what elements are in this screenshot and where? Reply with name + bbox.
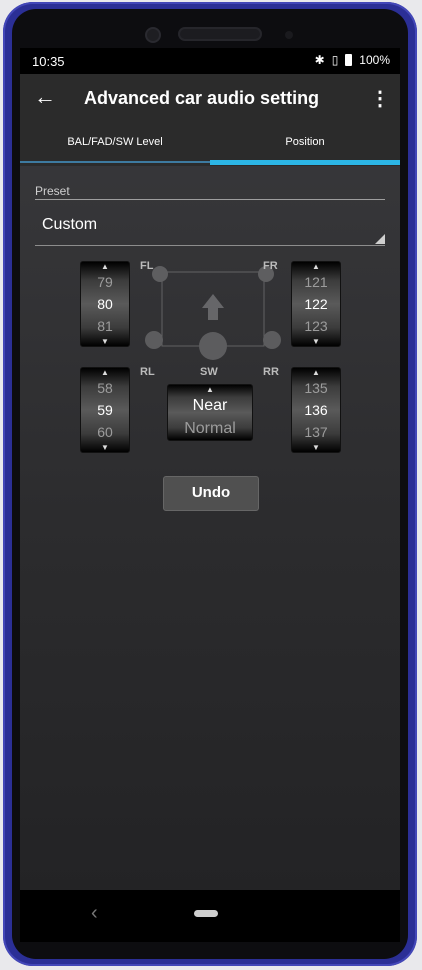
fr-next-value: 123 (304, 318, 328, 334)
rear-right-speaker-icon (263, 331, 281, 349)
up-arrow-icon[interactable]: ▲ (292, 262, 340, 271)
fl-current-value: 80 (97, 296, 113, 312)
battery-percent: 100% (359, 53, 390, 67)
fl-label: FL (140, 260, 154, 272)
rl-prev-value: 58 (97, 380, 113, 396)
up-arrow-icon[interactable]: ▲ (81, 368, 129, 377)
subwoofer-icon (199, 332, 227, 360)
app-bar: ← Advanced car audio setting ⋮ (20, 74, 400, 122)
battery-icon (345, 54, 353, 66)
down-arrow-icon[interactable]: ▼ (81, 443, 129, 452)
fl-position-picker[interactable]: ▲ 79 80 81 ▼ (80, 261, 130, 347)
fr-prev-value: 121 (304, 274, 328, 290)
preset-underline (35, 245, 385, 246)
bluetooth-icon: ✱ (314, 53, 325, 67)
fr-current-value: 122 (304, 296, 328, 312)
fr-label: FR (263, 260, 278, 272)
undo-button[interactable]: Undo (163, 476, 259, 511)
up-arrow-icon[interactable]: ▲ (292, 368, 340, 377)
sw-position-picker[interactable]: ▲ Near Normal (167, 384, 253, 441)
sw-label: SW (200, 366, 218, 378)
up-arrow-icon[interactable]: ▲ (168, 385, 252, 394)
down-arrow-icon[interactable]: ▼ (81, 337, 129, 346)
sw-next-value: Normal (184, 420, 236, 437)
page-title: Advanced car audio setting (84, 88, 320, 108)
vibrate-icon: ▯ (331, 53, 339, 67)
rr-current-value: 136 (304, 402, 328, 418)
fl-prev-value: 79 (97, 274, 113, 290)
app-screen: 10:35 ✱ ▯ 100% ← Advanced car audio sett… (20, 48, 400, 890)
status-time: 10:35 (32, 54, 65, 69)
nav-back-icon[interactable]: ‹ (91, 902, 98, 925)
tab-bal-fad-sw-level[interactable]: BAL/FAD/SW Level (20, 122, 210, 166)
nav-home-icon[interactable] (194, 910, 218, 917)
more-vert-icon[interactable]: ⋮ (370, 86, 390, 111)
preset-dropdown[interactable]: Custom (35, 208, 385, 246)
sw-current-value: Near (192, 397, 228, 414)
tab-underline (20, 161, 210, 163)
status-bar: 10:35 ✱ ▯ 100% (20, 48, 400, 74)
rr-next-value: 137 (304, 424, 328, 440)
earpiece-speaker (180, 29, 260, 39)
front-left-speaker-icon (152, 266, 168, 282)
rear-left-speaker-icon (145, 331, 163, 349)
system-nav-bar: ‹ (20, 890, 400, 942)
preset-value: Custom (42, 216, 98, 233)
direction-arrow-icon (202, 294, 224, 320)
fr-position-picker[interactable]: ▲ 121 122 123 ▼ (291, 261, 341, 347)
proximity-sensor (285, 31, 293, 39)
rl-label: RL (140, 366, 155, 378)
rr-label: RR (263, 366, 279, 378)
rl-position-picker[interactable]: ▲ 58 59 60 ▼ (80, 367, 130, 453)
car-speaker-diagram (145, 266, 281, 360)
fl-next-value: 81 (97, 318, 113, 334)
rl-current-value: 59 (97, 402, 113, 418)
dropdown-arrow-icon (375, 234, 385, 244)
rr-position-picker[interactable]: ▲ 135 136 137 ▼ (291, 367, 341, 453)
rl-next-value: 60 (97, 424, 113, 440)
front-camera (147, 29, 159, 41)
active-tab-indicator (210, 160, 400, 165)
preset-divider (35, 199, 385, 200)
back-arrow-icon[interactable]: ← (34, 84, 56, 110)
up-arrow-icon[interactable]: ▲ (81, 262, 129, 271)
preset-label: Preset (35, 184, 70, 198)
status-icons: ✱ ▯ 100% (315, 53, 390, 67)
down-arrow-icon[interactable]: ▼ (292, 443, 340, 452)
rr-prev-value: 135 (304, 380, 328, 396)
down-arrow-icon[interactable]: ▼ (292, 337, 340, 346)
